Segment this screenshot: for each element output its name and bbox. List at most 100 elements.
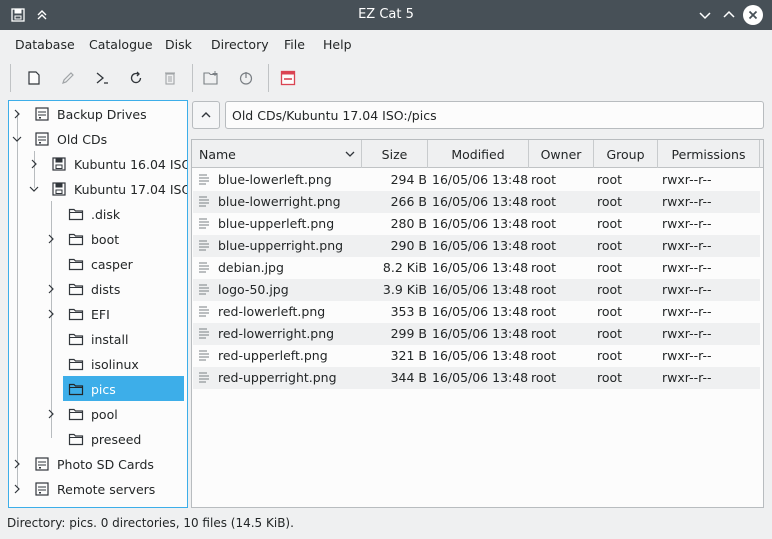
close-icon[interactable] <box>743 5 763 25</box>
file-icon <box>198 195 210 209</box>
cell-owner: root <box>531 216 557 231</box>
cell-name: red-upperleft.png <box>218 348 328 363</box>
menu-database[interactable]: Database <box>15 37 75 52</box>
tree-item-pics[interactable]: pics <box>9 376 187 401</box>
chevron-right-icon[interactable] <box>12 108 22 119</box>
maximize-icon[interactable] <box>719 5 739 25</box>
cell-owner: root <box>531 282 557 297</box>
cell-size: 290 B <box>390 238 427 253</box>
tree-item-kubuntu-17-04-iso[interactable]: Kubuntu 17.04 ISO <box>9 176 187 201</box>
tree-item-kubuntu-16-04-iso[interactable]: Kubuntu 16.04 ISO <box>9 151 187 176</box>
chevron-right-icon[interactable] <box>12 483 22 494</box>
disc-image-icon <box>51 181 67 197</box>
tree-item-old-cds[interactable]: Old CDs <box>9 126 187 151</box>
folder-icon <box>68 356 84 372</box>
cell-name: red-lowerright.png <box>218 326 335 341</box>
tree-item-dists[interactable]: dists <box>9 276 187 301</box>
cell-owner: root <box>531 348 557 363</box>
menu-disk[interactable]: Disk <box>165 37 192 52</box>
cell-size: 353 B <box>390 304 427 319</box>
tree-item-casper[interactable]: casper <box>9 251 187 276</box>
cell-owner: root <box>531 326 557 341</box>
tree-item-backup-drives[interactable]: Backup Drives <box>9 101 187 126</box>
chevron-down-icon[interactable] <box>29 183 39 193</box>
table-row[interactable]: blue-lowerleft.png 294 B 16/05/06 13:48 roo… <box>193 169 760 191</box>
cell-modified: 16/05/06 13:48 <box>432 194 529 209</box>
chevron-right-icon[interactable] <box>46 408 56 419</box>
table-row[interactable]: blue-lowerright.png 266 B 16/05/06 13:48 ro… <box>193 191 760 213</box>
table-row[interactable]: red-upperright.png 344 B 16/05/06 13:48 roo… <box>193 367 760 389</box>
column-owner-header[interactable]: Owner <box>529 140 594 168</box>
cell-group: root <box>597 194 623 209</box>
tree-item-label: isolinux <box>91 357 139 372</box>
cell-perms: rwxr--r-- <box>662 216 712 231</box>
tree-item-disk[interactable]: .disk <box>9 201 187 226</box>
column-size-header[interactable]: Size <box>362 140 428 168</box>
tree-item-isolinux[interactable]: isolinux <box>9 351 187 376</box>
edit-pencil-icon[interactable] <box>56 66 80 90</box>
tree-item-pool[interactable]: pool <box>9 401 187 426</box>
power-icon[interactable] <box>234 66 258 90</box>
refresh-icon[interactable] <box>124 66 148 90</box>
cell-name: blue-upperleft.png <box>218 216 335 231</box>
minimize-icon[interactable] <box>695 5 715 25</box>
cell-group: root <box>597 304 623 319</box>
menu-help[interactable]: Help <box>323 37 352 52</box>
tree-item-install[interactable]: install <box>9 326 187 351</box>
menu-file[interactable]: File <box>284 37 305 52</box>
cell-modified: 16/05/06 13:48 <box>432 326 529 341</box>
cell-name: debian.jpg <box>218 260 284 275</box>
column-modified-header[interactable]: Modified <box>428 140 529 168</box>
folder-icon <box>68 281 84 297</box>
chevron-right-icon[interactable] <box>29 158 39 169</box>
chevron-down-icon[interactable] <box>12 133 22 143</box>
remove-red-icon[interactable] <box>276 66 300 90</box>
trash-icon[interactable] <box>158 66 182 90</box>
tree-item-label: install <box>91 332 129 347</box>
cell-size: 321 B <box>390 348 427 363</box>
table-row[interactable]: blue-upperright.png 290 B 16/05/06 13:48 ro… <box>193 235 760 257</box>
tree-item-efi[interactable]: EFI <box>9 301 187 326</box>
tree-item-photo-sd-cards[interactable]: Photo SD Cards <box>9 451 187 476</box>
chevron-right-icon[interactable] <box>46 233 56 244</box>
cell-size: 299 B <box>390 326 427 341</box>
drive-icon <box>34 456 50 472</box>
tree-item-remote-servers[interactable]: Remote servers <box>9 476 187 501</box>
chevron-right-icon[interactable] <box>46 308 56 319</box>
table-row[interactable]: red-lowerleft.png 353 B 16/05/06 13:48 root… <box>193 301 760 323</box>
table-header: Name Size Modified Owner Group Permissio… <box>192 140 763 168</box>
cell-name: logo-50.jpg <box>218 282 289 297</box>
table-row[interactable]: debian.jpg 8.2 KiB 16/05/06 13:48 root root r… <box>193 257 760 279</box>
cell-modified: 16/05/06 13:48 <box>432 348 529 363</box>
catalogue-tree[interactable]: Backup Drives Old CDs Kubuntu 16.04 ISO Kub… <box>8 100 188 508</box>
chevron-right-icon[interactable] <box>46 283 56 294</box>
toolbar-separator <box>268 64 269 92</box>
new-document-icon[interactable] <box>22 66 46 90</box>
terminal-prompt-icon[interactable] <box>90 66 114 90</box>
title-bar: EZ Cat 5 <box>0 0 772 30</box>
cell-name: blue-lowerright.png <box>218 194 341 209</box>
menu-catalogue[interactable]: Catalogue <box>89 37 153 52</box>
path-field[interactable]: Old CDs/Kubuntu 17.04 ISO:/pics <box>225 101 764 129</box>
cell-perms: rwxr--r-- <box>662 194 712 209</box>
table-row[interactable]: red-lowerright.png 299 B 16/05/06 13:48 roo… <box>193 323 760 345</box>
add-folder-icon[interactable] <box>200 66 224 90</box>
tree-item-label: Remote servers <box>57 482 156 497</box>
table-row[interactable]: red-upperleft.png 321 B 16/05/06 13:48 root… <box>193 345 760 367</box>
file-icon <box>198 239 210 253</box>
table-row[interactable]: logo-50.jpg 3.9 KiB 16/05/06 13:48 root root… <box>193 279 760 301</box>
drive-icon <box>34 131 50 147</box>
tree-item-preseed[interactable]: preseed <box>9 426 187 451</box>
cell-size: 3.9 KiB <box>382 282 427 297</box>
chevron-right-icon[interactable] <box>12 458 22 469</box>
menu-directory[interactable]: Directory <box>211 37 269 52</box>
column-name-header[interactable]: Name <box>192 140 362 168</box>
cell-modified: 16/05/06 13:48 <box>432 282 529 297</box>
column-permissions-header[interactable]: Permissions <box>658 140 760 168</box>
tree-item-boot[interactable]: boot <box>9 226 187 251</box>
go-up-button[interactable] <box>192 101 220 129</box>
table-row[interactable]: blue-upperleft.png 280 B 16/05/06 13:48 roo… <box>193 213 760 235</box>
tree-item-label: preseed <box>91 432 142 447</box>
column-group-header[interactable]: Group <box>594 140 658 168</box>
cell-group: root <box>597 370 623 385</box>
